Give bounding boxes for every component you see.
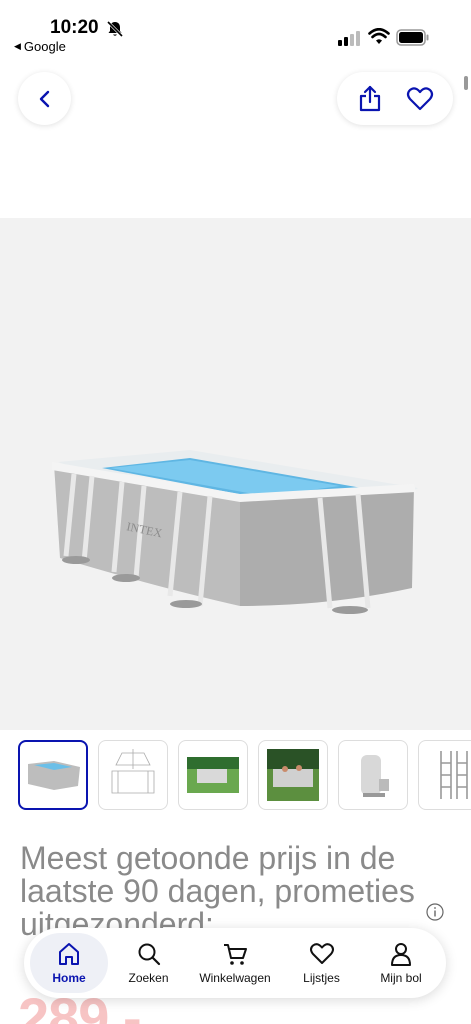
thumbnail-pool-with-people[interactable]: [258, 740, 328, 810]
scroll-indicator: [464, 76, 468, 90]
tab-home[interactable]: Home: [30, 933, 108, 993]
tab-account-label: Mijn bol: [380, 971, 422, 985]
thumbnail-pool-photo[interactable]: [18, 740, 88, 810]
thumbnail-dimensions-drawing[interactable]: [98, 740, 168, 810]
info-icon[interactable]: [426, 903, 444, 921]
cart-icon: [224, 944, 247, 965]
tab-account[interactable]: Mijn bol: [362, 933, 440, 993]
back-app-label: Google: [23, 39, 66, 54]
heart-icon: [309, 943, 334, 964]
wifi-icon: [368, 28, 390, 44]
thumbnail-strip: [18, 740, 471, 812]
ladder-thumbnail-icon: [440, 751, 468, 799]
back-to-app-link[interactable]: ◀ Google: [14, 39, 66, 54]
status-bar: 10:20 ◀ Google: [0, 0, 471, 60]
tab-cart[interactable]: Winkelwagen: [189, 933, 281, 993]
bottom-tab-bar: Home Zoeken Winkelwagen Lijstjes Mijn bo…: [24, 928, 446, 998]
garden-thumbnail-icon: [187, 757, 239, 793]
home-icon: [59, 943, 79, 965]
price-history-notice: Meest getoonde prijs in de laatste 90 da…: [20, 840, 415, 942]
pool-product-image: INTEX: [52, 450, 418, 614]
tab-cart-label: Winkelwagen: [199, 971, 271, 985]
nav-actions: [337, 72, 453, 125]
pump-thumbnail-icon: [361, 755, 389, 797]
chevron-left-icon: [39, 90, 49, 107]
diagram-thumbnail-icon: [111, 749, 155, 794]
pool-thumbnail-icon: [28, 761, 80, 790]
share-icon: [359, 85, 381, 111]
tab-lists-label: Lijstjes: [303, 971, 340, 985]
search-icon: [138, 943, 160, 966]
thumbnail-filter-pump[interactable]: [338, 740, 408, 810]
favorite-button[interactable]: [406, 85, 434, 113]
tab-search-label: Zoeken: [128, 971, 169, 985]
tab-lists[interactable]: Lijstjes: [283, 933, 361, 993]
status-time: 10:20: [50, 17, 99, 38]
share-button[interactable]: [356, 85, 384, 113]
signal-icon: [338, 31, 360, 46]
heart-icon: [406, 86, 434, 110]
battery-icon: [396, 29, 429, 46]
tab-home-label: Home: [52, 971, 86, 985]
product-image-carousel[interactable]: INTEX: [0, 218, 471, 730]
back-triangle-icon: ◀: [14, 41, 21, 51]
bell-muted-icon: [106, 20, 124, 38]
people-thumbnail-icon: [267, 749, 319, 801]
thumbnail-pool-in-garden[interactable]: [178, 740, 248, 810]
user-icon: [391, 943, 411, 966]
tab-search[interactable]: Zoeken: [110, 933, 188, 993]
thumbnail-ladder[interactable]: [418, 740, 471, 810]
back-button[interactable]: [18, 72, 71, 125]
